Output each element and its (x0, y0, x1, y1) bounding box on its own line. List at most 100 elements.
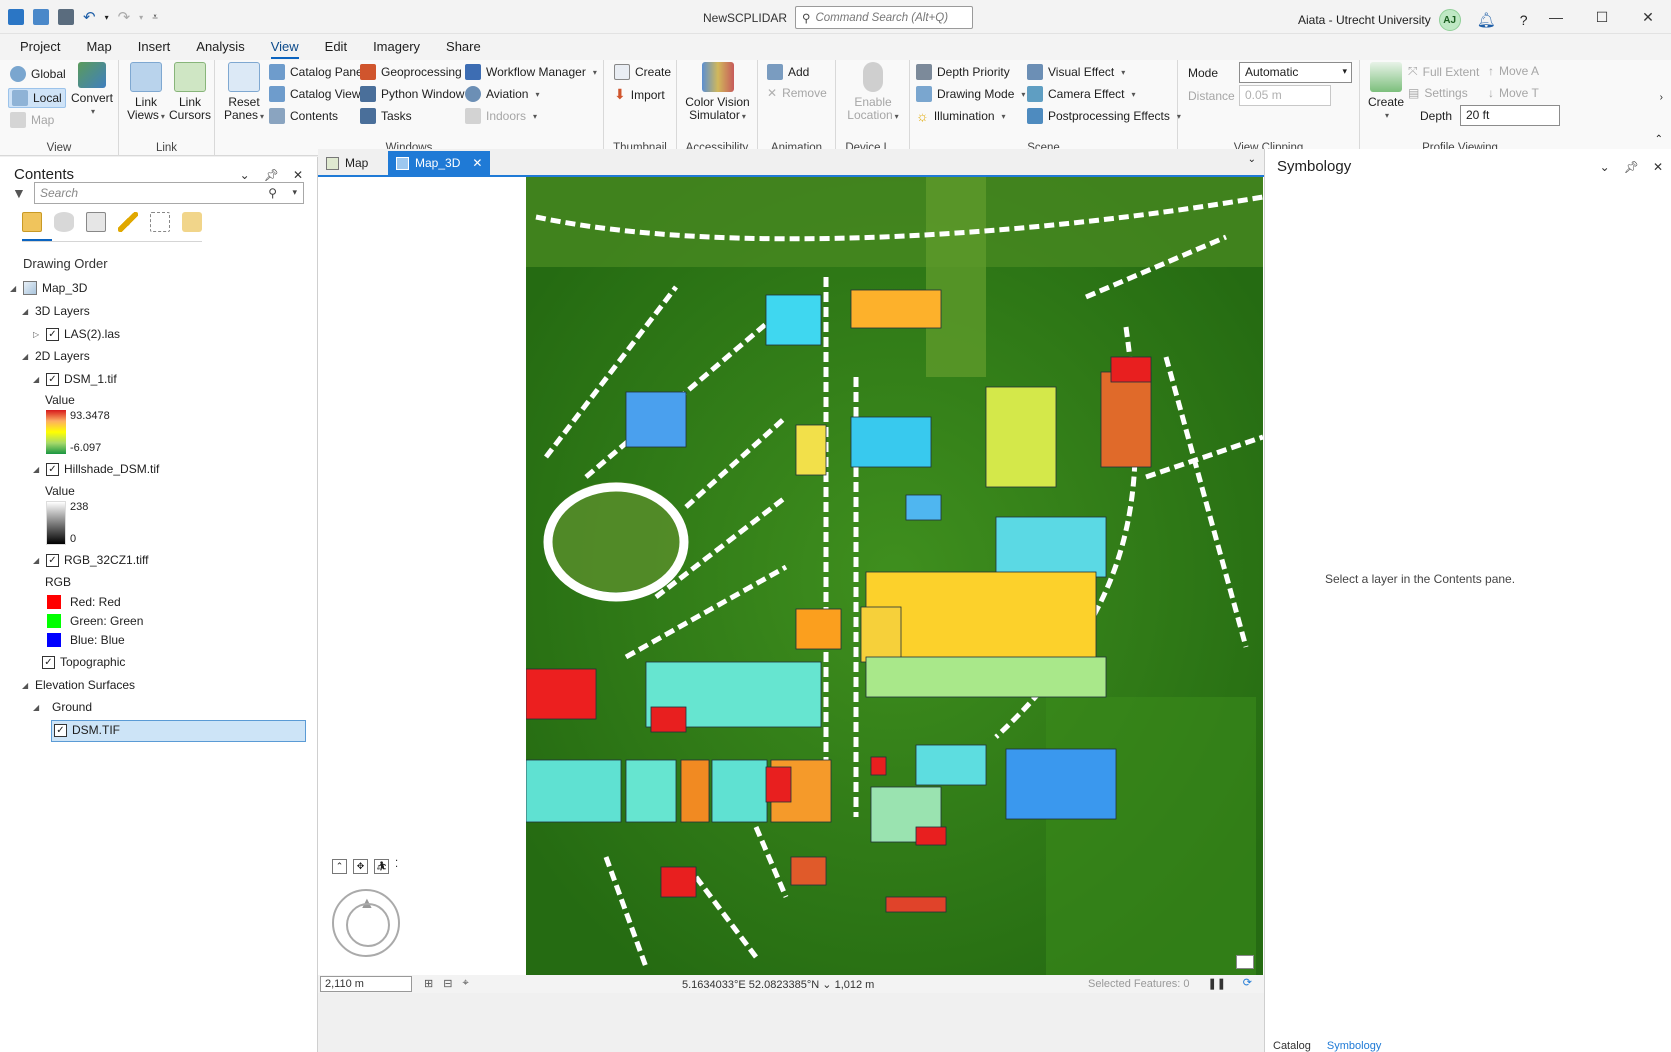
rgb-layer[interactable]: ◢ ✓ RGB_32CZ1.tiff (33, 553, 148, 567)
reset-panes-button[interactable]: Reset Panes ▾ (221, 62, 267, 123)
expand-icon[interactable]: ◢ (22, 307, 30, 316)
rgb-visibility-checkbox[interactable]: ✓ (46, 553, 59, 567)
chevron-down-icon[interactable]: ▾ (292, 187, 297, 198)
expand-icon[interactable]: ◢ (33, 556, 41, 565)
las-visibility-checkbox[interactable]: ✓ (46, 327, 59, 341)
ribbon-collapse-icon[interactable]: ⌃ (1655, 134, 1663, 145)
snapping-icon[interactable]: ⌖ (462, 977, 468, 990)
profile-settings-button[interactable]: ▤ Settings (1408, 86, 1468, 100)
close-icon[interactable]: ✕ (1625, 0, 1671, 34)
pane-options-icon[interactable]: ⌄ (240, 168, 250, 182)
command-search[interactable]: ⚲ Command Search (Alt+Q) (795, 6, 973, 29)
more-options-icon[interactable]: ⁚ (395, 859, 398, 874)
full-extent-button[interactable]: ⤧ Full Extent (1408, 64, 1479, 79)
color-vision-simulator-button[interactable]: Color Vision Simulator ▾ (679, 62, 756, 123)
search-icon[interactable]: ⚲ (268, 186, 277, 200)
tab-symbology[interactable]: Symbology (1327, 1040, 1381, 1052)
pane-options-icon[interactable]: ⌄ (1600, 160, 1610, 174)
drawing-order-icon[interactable] (22, 212, 42, 232)
map-node[interactable]: ◢ Map_3D (10, 281, 87, 295)
tab-map[interactable]: Map (76, 34, 127, 60)
move-toward-button[interactable]: ↓ Move T (1488, 86, 1539, 100)
expand-icon[interactable]: ◢ (33, 703, 41, 712)
las-layer[interactable]: ▷ ✓ LAS(2).las (33, 327, 120, 341)
tasks-button[interactable]: Tasks (360, 108, 412, 124)
drawing-mode-button[interactable]: Drawing Mode ▾ (916, 86, 1025, 102)
notification-icon[interactable]: 🔔︎ (1477, 11, 1496, 29)
ground-node[interactable]: ◢ Ground (33, 700, 92, 714)
grid-icon[interactable]: ⊞ (424, 977, 433, 990)
scene-view[interactable]: ⌃ ✥ ⛹︎ ⁚ ▲ (318, 175, 1264, 975)
expand-icon[interactable]: ◢ (33, 375, 41, 384)
enable-location-button[interactable]: Enable Location ▾ (840, 62, 906, 123)
hillshade-visibility-checkbox[interactable]: ✓ (46, 462, 59, 476)
postprocessing-effects-button[interactable]: Postprocessing Effects ▾ (1027, 108, 1181, 124)
convert-button[interactable]: Convert ▾ (70, 62, 114, 118)
illumination-button[interactable]: ☼ Illumination ▾ (916, 108, 1006, 124)
move-away-button[interactable]: ↑ Move A (1488, 64, 1539, 78)
add-animation-button[interactable]: Add (767, 64, 809, 80)
dsm-raster-display[interactable] (526, 177, 1263, 975)
link-views-button[interactable]: Link Views ▾ (125, 62, 167, 123)
dsm-visibility-checkbox[interactable]: ✓ (46, 372, 59, 386)
camera-effect-button[interactable]: Camera Effect ▾ (1027, 86, 1136, 102)
redo-dropdown-icon[interactable]: ▾ (139, 13, 143, 22)
topographic-visibility-checkbox[interactable]: ✓ (42, 655, 55, 669)
refresh-icon[interactable]: ⟳ (1243, 976, 1252, 989)
pause-icon[interactable]: ❚❚ (1208, 977, 1226, 990)
expand-icon[interactable]: ◢ (33, 465, 41, 474)
clipping-mode-select[interactable]: Automatic ▾ (1239, 62, 1352, 83)
dsm-tif-surface[interactable]: ✓ DSM.TIF (54, 723, 120, 737)
dsm-tif-visibility-checkbox[interactable]: ✓ (54, 723, 67, 737)
scale-input[interactable]: 2,110 m (320, 976, 412, 992)
ribbon-scroll-right-icon[interactable]: › (1660, 92, 1663, 103)
close-icon[interactable]: ✕ (293, 168, 303, 182)
selection-icon[interactable] (86, 212, 106, 232)
expand-icon[interactable]: ◢ (22, 352, 30, 361)
new-project-icon[interactable] (8, 9, 24, 25)
depth-input[interactable]: 20 ft (1460, 105, 1560, 126)
first-person-icon[interactable]: ⛹︎ (374, 859, 389, 874)
open-folder-icon[interactable] (33, 9, 49, 25)
close-tab-icon[interactable]: ✕ (472, 156, 482, 170)
elevation-surfaces-node[interactable]: ◢ Elevation Surfaces (22, 678, 135, 692)
redo-icon[interactable]: ↷ (118, 8, 131, 26)
navigator-compass[interactable]: ▲ (332, 889, 400, 957)
minimize-icon[interactable]: — (1533, 0, 1579, 34)
create-profile-button[interactable]: Create ▾ (1366, 62, 1406, 122)
tab-map-3d-view[interactable]: Map_3D ✕ (388, 151, 491, 175)
tab-project[interactable]: Project (10, 34, 76, 60)
dsm-layer[interactable]: ◢ ✓ DSM_1.tif (33, 372, 117, 386)
local-button[interactable]: Local (8, 88, 66, 108)
geoprocessing-button[interactable]: Geoprocessing (360, 64, 462, 80)
undo-icon[interactable]: ↶ (83, 8, 96, 26)
topographic-layer[interactable]: ✓ Topographic (42, 655, 125, 669)
remove-animation-button[interactable]: ✕ Remove (767, 86, 827, 100)
link-cursors-button[interactable]: Link Cursors (169, 62, 211, 122)
depth-priority-button[interactable]: Depth Priority (916, 64, 1010, 80)
aviation-button[interactable]: Aviation ▾ (465, 86, 540, 102)
create-thumbnail-button[interactable]: Create (614, 64, 671, 80)
user-name[interactable]: Aiata - Utrecht University (1298, 13, 1431, 27)
tab-catalog[interactable]: Catalog (1273, 1040, 1311, 1052)
data-source-icon[interactable] (54, 212, 74, 232)
contents-search-input[interactable]: Search ⚲ ▾ (34, 182, 304, 204)
undo-dropdown-icon[interactable]: ▾ (105, 13, 109, 22)
full-control-icon[interactable]: ✥ (353, 859, 368, 874)
tab-edit[interactable]: Edit (315, 34, 363, 60)
expand-icon[interactable]: ◢ (22, 681, 30, 690)
tab-insert[interactable]: Insert (128, 34, 187, 60)
editing-icon[interactable] (118, 212, 138, 232)
layers-2d-node[interactable]: ◢ 2D Layers (22, 349, 90, 363)
tab-imagery[interactable]: Imagery (363, 34, 436, 60)
save-icon[interactable] (58, 9, 74, 25)
filter-icon[interactable]: ▼ (12, 185, 26, 201)
scale-bar-icon[interactable] (1236, 955, 1254, 969)
close-icon[interactable]: ✕ (1653, 160, 1663, 174)
avatar[interactable]: AJ (1438, 9, 1461, 31)
pin-icon[interactable]: 📌︎ (264, 168, 279, 182)
catalog-view-button[interactable]: Catalog View (269, 86, 361, 102)
maximize-icon[interactable]: ☐ (1579, 0, 1625, 34)
hillshade-layer[interactable]: ◢ ✓ Hillshade_DSM.tif (33, 462, 159, 476)
tab-analysis[interactable]: Analysis (186, 34, 260, 60)
